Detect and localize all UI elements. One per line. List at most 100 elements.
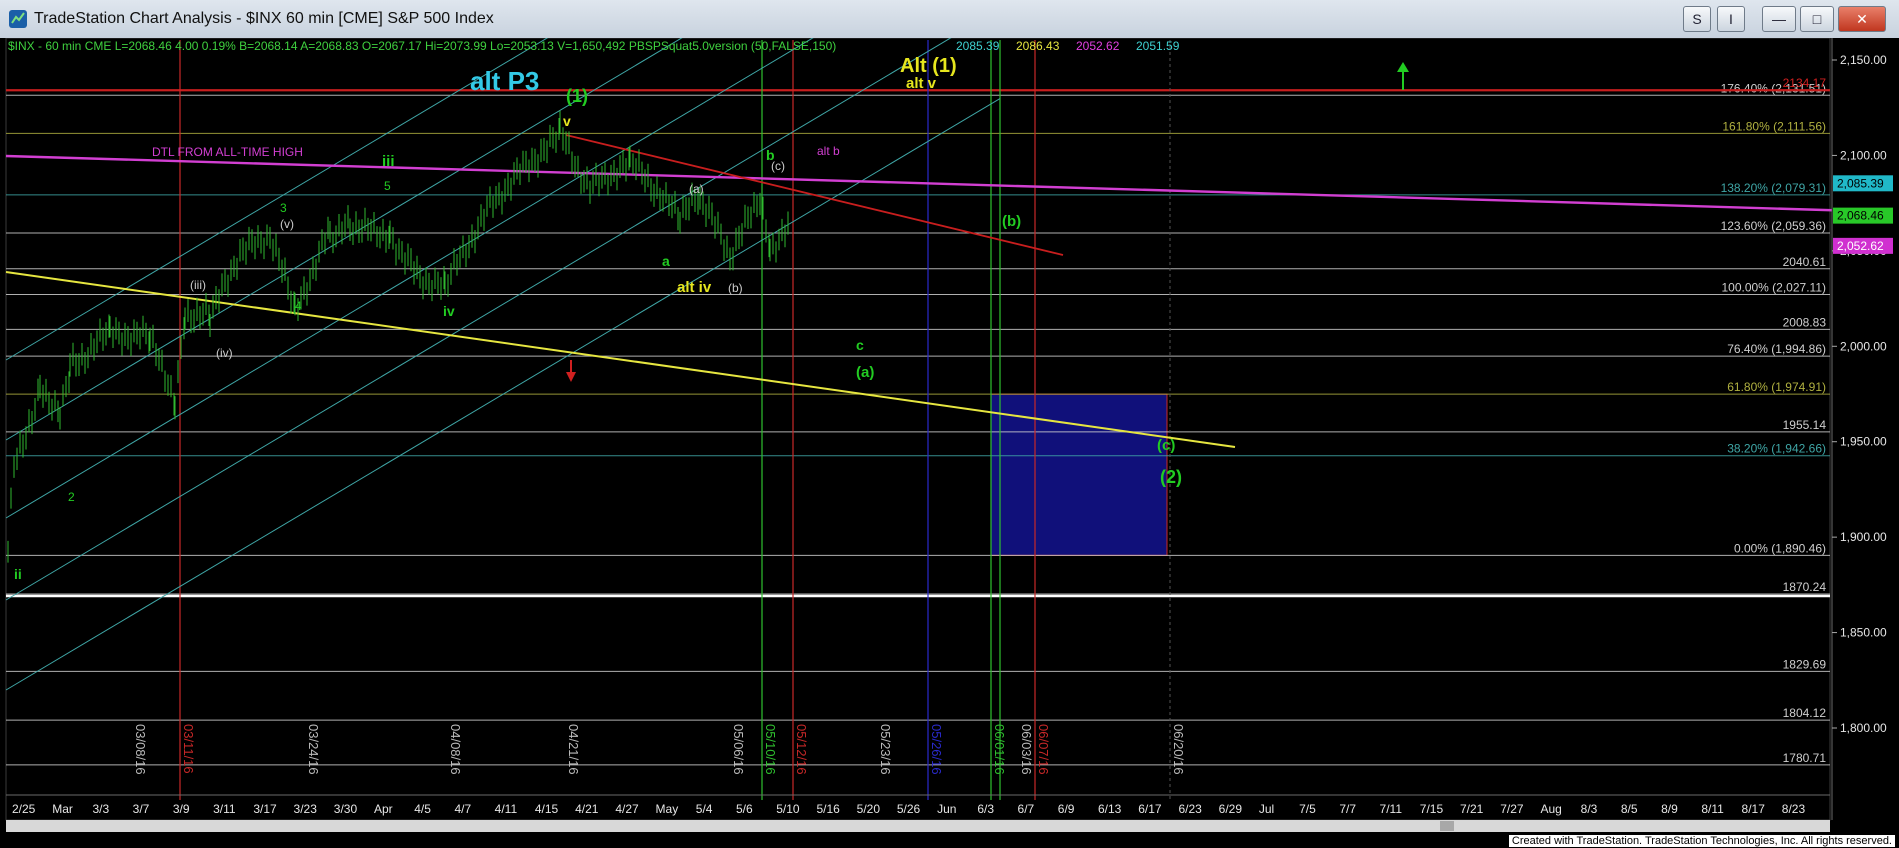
x-tick-label: 6/13 (1098, 802, 1122, 816)
i-menu-button[interactable]: I (1717, 6, 1745, 32)
scrollbar-thumb[interactable] (1440, 821, 1454, 831)
price-tag-label: 2,052.62 (1837, 239, 1884, 253)
minimize-button[interactable]: — (1762, 6, 1796, 32)
wave-label: ii (14, 566, 22, 582)
y-tick-label: 1,850.00 (1840, 626, 1887, 640)
x-tick-label: Jul (1259, 802, 1274, 816)
x-tick-label: 5/20 (857, 802, 881, 816)
fib-level-label: 76.40% (1,994.86) (1727, 342, 1826, 356)
x-tick-label: 8/9 (1661, 802, 1678, 816)
vertical-date-label: 05/23/16 (878, 724, 893, 775)
chart-background (0, 38, 1899, 848)
x-tick-label: Apr (374, 802, 393, 816)
title-bar[interactable]: TradeStation Chart Analysis - $INX 60 mi… (0, 0, 1899, 39)
x-tick-label: 7/11 (1380, 802, 1403, 816)
wave-label: Alt (1) (900, 55, 957, 77)
fib-level-label: 1804.12 (1783, 706, 1827, 720)
x-tick-label: 4/21 (575, 802, 599, 816)
horizontal-scrollbar[interactable] (6, 820, 1830, 832)
fib-level-label: 123.60% (2,059.36) (1721, 219, 1826, 233)
header-reading: 2052.62 (1076, 39, 1120, 53)
fib-level-label: 1870.24 (1783, 580, 1827, 594)
x-tick-label: 4/7 (454, 802, 471, 816)
maximize-button[interactable]: □ (1800, 6, 1834, 32)
x-tick-label: 8/23 (1782, 802, 1806, 816)
fib-level-label: 2008.83 (1783, 315, 1827, 329)
y-tick-label: 1,900.00 (1840, 530, 1887, 544)
wave-label: alt P3 (470, 66, 539, 96)
price-tag-label: 2,068.46 (1837, 209, 1884, 223)
wave-label: v (563, 113, 571, 129)
tradestation-app-icon (9, 10, 27, 28)
header-reading: 2085.39 (956, 39, 1000, 53)
header-reading: 2051.59 (1136, 39, 1180, 53)
wave-label: (v) (280, 217, 294, 231)
fib-level-label: 1780.71 (1783, 751, 1827, 765)
x-tick-label: 5/4 (696, 802, 713, 816)
fib-level-label: 2134.17 (1783, 76, 1827, 90)
x-tick-label: 7/21 (1460, 802, 1484, 816)
x-tick-label: Jun (937, 802, 956, 816)
vertical-date-label: 03/24/16 (306, 724, 321, 775)
x-tick-label: 3/3 (92, 802, 109, 816)
x-tick-label: 7/7 (1339, 802, 1356, 816)
chart-window: TradeStation Chart Analysis - $INX 60 mi… (0, 0, 1899, 848)
x-tick-label: 8/5 (1621, 802, 1638, 816)
vertical-date-label: 06/03/16 (1019, 724, 1034, 775)
fib-level-label: 2040.61 (1783, 255, 1827, 269)
wave-label: alt b (817, 144, 840, 158)
x-tick-label: 7/15 (1420, 802, 1444, 816)
fib-level-label: 38.20% (1,942.66) (1727, 442, 1826, 456)
x-tick-label: 3/30 (334, 802, 358, 816)
vertical-date-label: 05/26/16 (929, 724, 944, 775)
x-tick-label: Mar (52, 802, 73, 816)
x-tick-label: 6/23 (1178, 802, 1202, 816)
wave-label: iv (443, 303, 455, 319)
x-tick-label: 6/29 (1219, 802, 1243, 816)
x-tick-label: 8/3 (1581, 802, 1598, 816)
vertical-date-label: 03/11/16 (181, 724, 196, 774)
wave-label: 3 (280, 201, 287, 215)
window-title: TradeStation Chart Analysis - $INX 60 mi… (34, 10, 494, 27)
x-tick-label: 5/6 (736, 802, 753, 816)
wave-label: (c) (1157, 437, 1175, 454)
vertical-date-label: 05/06/16 (731, 724, 746, 775)
y-tick-label: 1,800.00 (1840, 721, 1887, 735)
x-tick-label: 8/11 (1701, 802, 1724, 816)
wave-label: alt iv (677, 279, 712, 296)
copyright-note: Created with TradeStation. TradeStation … (1508, 835, 1895, 847)
wave-label: (iv) (216, 346, 233, 360)
price-chart[interactable]: 176.40% (2,131.51)2134.17161.80% (2,111.… (0, 38, 1899, 848)
y-tick-label: 1,950.00 (1840, 435, 1887, 449)
y-tick-label: 2,000.00 (1840, 339, 1887, 353)
fib-level-label: 0.00% (1,890.46) (1734, 541, 1826, 555)
wave-label: (a) (856, 364, 874, 381)
vertical-date-label: 03/08/16 (133, 724, 148, 775)
x-tick-label: 4/5 (414, 802, 431, 816)
price-tag-label: 2,085.39 (1837, 176, 1884, 190)
wave-label: iii (382, 153, 395, 170)
x-tick-label: 3/11 (213, 802, 236, 816)
wave-label: (c) (771, 159, 785, 173)
s-menu-button[interactable]: S (1683, 6, 1711, 32)
wave-label: alt v (906, 75, 937, 92)
x-tick-label: 6/3 (977, 802, 994, 816)
x-tick-label: May (656, 802, 679, 816)
x-tick-label: 6/7 (1018, 802, 1035, 816)
wave-label: (iii) (190, 278, 206, 292)
wave-label: 2 (68, 490, 75, 504)
vertical-date-label: 05/12/16 (794, 724, 809, 775)
wave-label: (b) (728, 281, 743, 295)
vertical-date-label: 05/10/16 (763, 724, 778, 775)
x-tick-label: 4/27 (615, 802, 639, 816)
close-button[interactable]: ✕ (1838, 6, 1886, 32)
x-tick-label: 3/9 (173, 802, 190, 816)
x-tick-label: 6/17 (1138, 802, 1162, 816)
target-box (990, 393, 1168, 556)
fib-level-label: 138.20% (2,079.31) (1721, 181, 1826, 195)
header-reading: $INX - 60 min CME L=2068.46 4.00 0.19% B… (8, 39, 836, 53)
x-tick-label: 3/7 (133, 802, 150, 816)
fib-level-label: 1829.69 (1783, 657, 1827, 671)
x-tick-label: 5/10 (776, 802, 800, 816)
wave-label: 4 (295, 299, 302, 313)
